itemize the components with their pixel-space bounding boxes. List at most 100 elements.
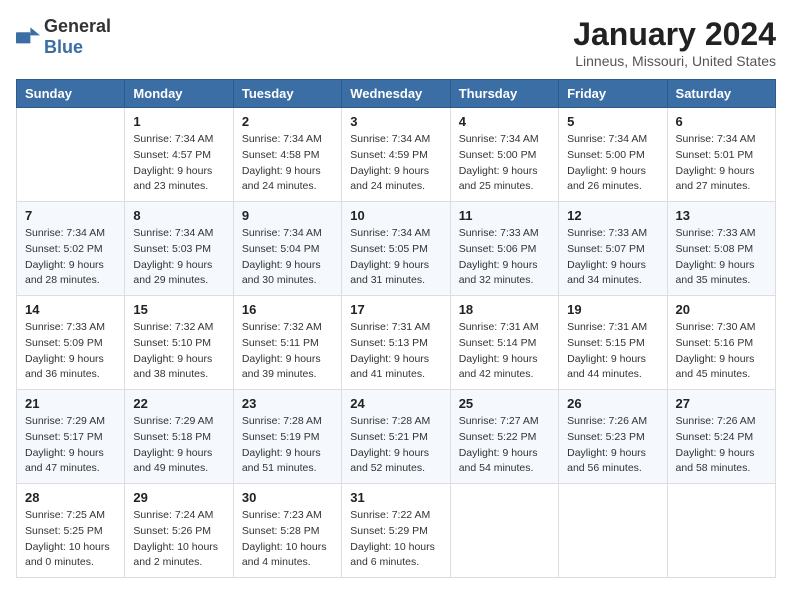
sunset-time: Sunset: 5:08 PM bbox=[676, 243, 754, 255]
day-info: Sunrise: 7:31 AM Sunset: 5:15 PM Dayligh… bbox=[567, 320, 658, 383]
day-number: 2 bbox=[242, 114, 333, 129]
day-info: Sunrise: 7:34 AM Sunset: 4:59 PM Dayligh… bbox=[350, 132, 441, 195]
sunrise-time: Sunrise: 7:28 AM bbox=[350, 415, 430, 427]
day-number: 22 bbox=[133, 396, 224, 411]
day-info: Sunrise: 7:27 AM Sunset: 5:22 PM Dayligh… bbox=[459, 414, 550, 477]
day-info: Sunrise: 7:34 AM Sunset: 4:58 PM Dayligh… bbox=[242, 132, 333, 195]
sunrise-time: Sunrise: 7:33 AM bbox=[567, 227, 647, 239]
sunset-time: Sunset: 5:09 PM bbox=[25, 337, 103, 349]
day-number: 24 bbox=[350, 396, 441, 411]
calendar-cell bbox=[17, 108, 125, 202]
sunrise-time: Sunrise: 7:34 AM bbox=[242, 227, 322, 239]
daylight-hours: Daylight: 9 hours and 38 minutes. bbox=[133, 353, 212, 381]
daylight-hours: Daylight: 9 hours and 54 minutes. bbox=[459, 447, 538, 475]
sunset-time: Sunset: 5:16 PM bbox=[676, 337, 754, 349]
day-info: Sunrise: 7:34 AM Sunset: 4:57 PM Dayligh… bbox=[133, 132, 224, 195]
calendar-week-4: 21 Sunrise: 7:29 AM Sunset: 5:17 PM Dayl… bbox=[17, 390, 776, 484]
day-number: 9 bbox=[242, 208, 333, 223]
calendar-cell: 1 Sunrise: 7:34 AM Sunset: 4:57 PM Dayli… bbox=[125, 108, 233, 202]
calendar-cell: 8 Sunrise: 7:34 AM Sunset: 5:03 PM Dayli… bbox=[125, 202, 233, 296]
sunset-time: Sunset: 5:01 PM bbox=[676, 149, 754, 161]
calendar-cell: 9 Sunrise: 7:34 AM Sunset: 5:04 PM Dayli… bbox=[233, 202, 341, 296]
day-number: 3 bbox=[350, 114, 441, 129]
calendar-cell: 16 Sunrise: 7:32 AM Sunset: 5:11 PM Dayl… bbox=[233, 296, 341, 390]
sunset-time: Sunset: 4:58 PM bbox=[242, 149, 320, 161]
day-info: Sunrise: 7:34 AM Sunset: 5:04 PM Dayligh… bbox=[242, 226, 333, 289]
calendar-cell: 6 Sunrise: 7:34 AM Sunset: 5:01 PM Dayli… bbox=[667, 108, 775, 202]
sunrise-time: Sunrise: 7:30 AM bbox=[676, 321, 756, 333]
sunrise-time: Sunrise: 7:34 AM bbox=[459, 133, 539, 145]
header-row: Sunday Monday Tuesday Wednesday Thursday… bbox=[17, 80, 776, 108]
daylight-hours: Daylight: 9 hours and 24 minutes. bbox=[242, 165, 321, 193]
sunset-time: Sunset: 5:00 PM bbox=[567, 149, 645, 161]
calendar-subtitle: Linneus, Missouri, United States bbox=[573, 53, 776, 69]
day-info: Sunrise: 7:34 AM Sunset: 5:00 PM Dayligh… bbox=[567, 132, 658, 195]
sunrise-time: Sunrise: 7:34 AM bbox=[350, 227, 430, 239]
day-number: 1 bbox=[133, 114, 224, 129]
day-info: Sunrise: 7:24 AM Sunset: 5:26 PM Dayligh… bbox=[133, 508, 224, 571]
day-info: Sunrise: 7:23 AM Sunset: 5:28 PM Dayligh… bbox=[242, 508, 333, 571]
day-number: 12 bbox=[567, 208, 658, 223]
calendar-cell bbox=[559, 484, 667, 578]
sunset-time: Sunset: 5:19 PM bbox=[242, 431, 320, 443]
daylight-hours: Daylight: 9 hours and 44 minutes. bbox=[567, 353, 646, 381]
day-info: Sunrise: 7:34 AM Sunset: 5:00 PM Dayligh… bbox=[459, 132, 550, 195]
calendar-cell: 12 Sunrise: 7:33 AM Sunset: 5:07 PM Dayl… bbox=[559, 202, 667, 296]
sunrise-time: Sunrise: 7:33 AM bbox=[25, 321, 105, 333]
day-number: 19 bbox=[567, 302, 658, 317]
daylight-hours: Daylight: 9 hours and 27 minutes. bbox=[676, 165, 755, 193]
calendar-cell: 4 Sunrise: 7:34 AM Sunset: 5:00 PM Dayli… bbox=[450, 108, 558, 202]
calendar-cell: 27 Sunrise: 7:26 AM Sunset: 5:24 PM Dayl… bbox=[667, 390, 775, 484]
calendar-cell: 25 Sunrise: 7:27 AM Sunset: 5:22 PM Dayl… bbox=[450, 390, 558, 484]
logo-general: General bbox=[44, 16, 111, 36]
daylight-hours: Daylight: 9 hours and 24 minutes. bbox=[350, 165, 429, 193]
sunrise-time: Sunrise: 7:31 AM bbox=[350, 321, 430, 333]
day-info: Sunrise: 7:32 AM Sunset: 5:11 PM Dayligh… bbox=[242, 320, 333, 383]
daylight-hours: Daylight: 9 hours and 56 minutes. bbox=[567, 447, 646, 475]
daylight-hours: Daylight: 10 hours and 0 minutes. bbox=[25, 541, 110, 569]
sunset-time: Sunset: 5:25 PM bbox=[25, 525, 103, 537]
sunset-time: Sunset: 5:10 PM bbox=[133, 337, 211, 349]
sunrise-time: Sunrise: 7:34 AM bbox=[133, 133, 213, 145]
day-number: 30 bbox=[242, 490, 333, 505]
sunrise-time: Sunrise: 7:33 AM bbox=[676, 227, 756, 239]
sunrise-time: Sunrise: 7:27 AM bbox=[459, 415, 539, 427]
day-info: Sunrise: 7:25 AM Sunset: 5:25 PM Dayligh… bbox=[25, 508, 116, 571]
day-number: 20 bbox=[676, 302, 767, 317]
sunrise-time: Sunrise: 7:34 AM bbox=[133, 227, 213, 239]
day-number: 27 bbox=[676, 396, 767, 411]
day-info: Sunrise: 7:33 AM Sunset: 5:07 PM Dayligh… bbox=[567, 226, 658, 289]
day-number: 28 bbox=[25, 490, 116, 505]
header-saturday: Saturday bbox=[667, 80, 775, 108]
calendar-cell: 11 Sunrise: 7:33 AM Sunset: 5:06 PM Dayl… bbox=[450, 202, 558, 296]
day-info: Sunrise: 7:31 AM Sunset: 5:13 PM Dayligh… bbox=[350, 320, 441, 383]
calendar-cell bbox=[450, 484, 558, 578]
calendar-cell: 3 Sunrise: 7:34 AM Sunset: 4:59 PM Dayli… bbox=[342, 108, 450, 202]
sunrise-time: Sunrise: 7:26 AM bbox=[567, 415, 647, 427]
daylight-hours: Daylight: 9 hours and 26 minutes. bbox=[567, 165, 646, 193]
sunrise-time: Sunrise: 7:31 AM bbox=[567, 321, 647, 333]
sunrise-time: Sunrise: 7:28 AM bbox=[242, 415, 322, 427]
daylight-hours: Daylight: 9 hours and 41 minutes. bbox=[350, 353, 429, 381]
calendar-cell: 2 Sunrise: 7:34 AM Sunset: 4:58 PM Dayli… bbox=[233, 108, 341, 202]
day-info: Sunrise: 7:28 AM Sunset: 5:21 PM Dayligh… bbox=[350, 414, 441, 477]
day-number: 21 bbox=[25, 396, 116, 411]
calendar-cell: 30 Sunrise: 7:23 AM Sunset: 5:28 PM Dayl… bbox=[233, 484, 341, 578]
logo-icon bbox=[16, 27, 40, 47]
sunset-time: Sunset: 4:57 PM bbox=[133, 149, 211, 161]
day-number: 14 bbox=[25, 302, 116, 317]
calendar-week-2: 7 Sunrise: 7:34 AM Sunset: 5:02 PM Dayli… bbox=[17, 202, 776, 296]
day-number: 8 bbox=[133, 208, 224, 223]
calendar-cell: 5 Sunrise: 7:34 AM Sunset: 5:00 PM Dayli… bbox=[559, 108, 667, 202]
sunset-time: Sunset: 5:07 PM bbox=[567, 243, 645, 255]
calendar-body: 1 Sunrise: 7:34 AM Sunset: 4:57 PM Dayli… bbox=[17, 108, 776, 578]
header-tuesday: Tuesday bbox=[233, 80, 341, 108]
day-number: 6 bbox=[676, 114, 767, 129]
sunrise-time: Sunrise: 7:29 AM bbox=[133, 415, 213, 427]
daylight-hours: Daylight: 9 hours and 35 minutes. bbox=[676, 259, 755, 287]
day-number: 16 bbox=[242, 302, 333, 317]
day-info: Sunrise: 7:29 AM Sunset: 5:18 PM Dayligh… bbox=[133, 414, 224, 477]
day-number: 13 bbox=[676, 208, 767, 223]
header-wednesday: Wednesday bbox=[342, 80, 450, 108]
sunset-time: Sunset: 4:59 PM bbox=[350, 149, 428, 161]
